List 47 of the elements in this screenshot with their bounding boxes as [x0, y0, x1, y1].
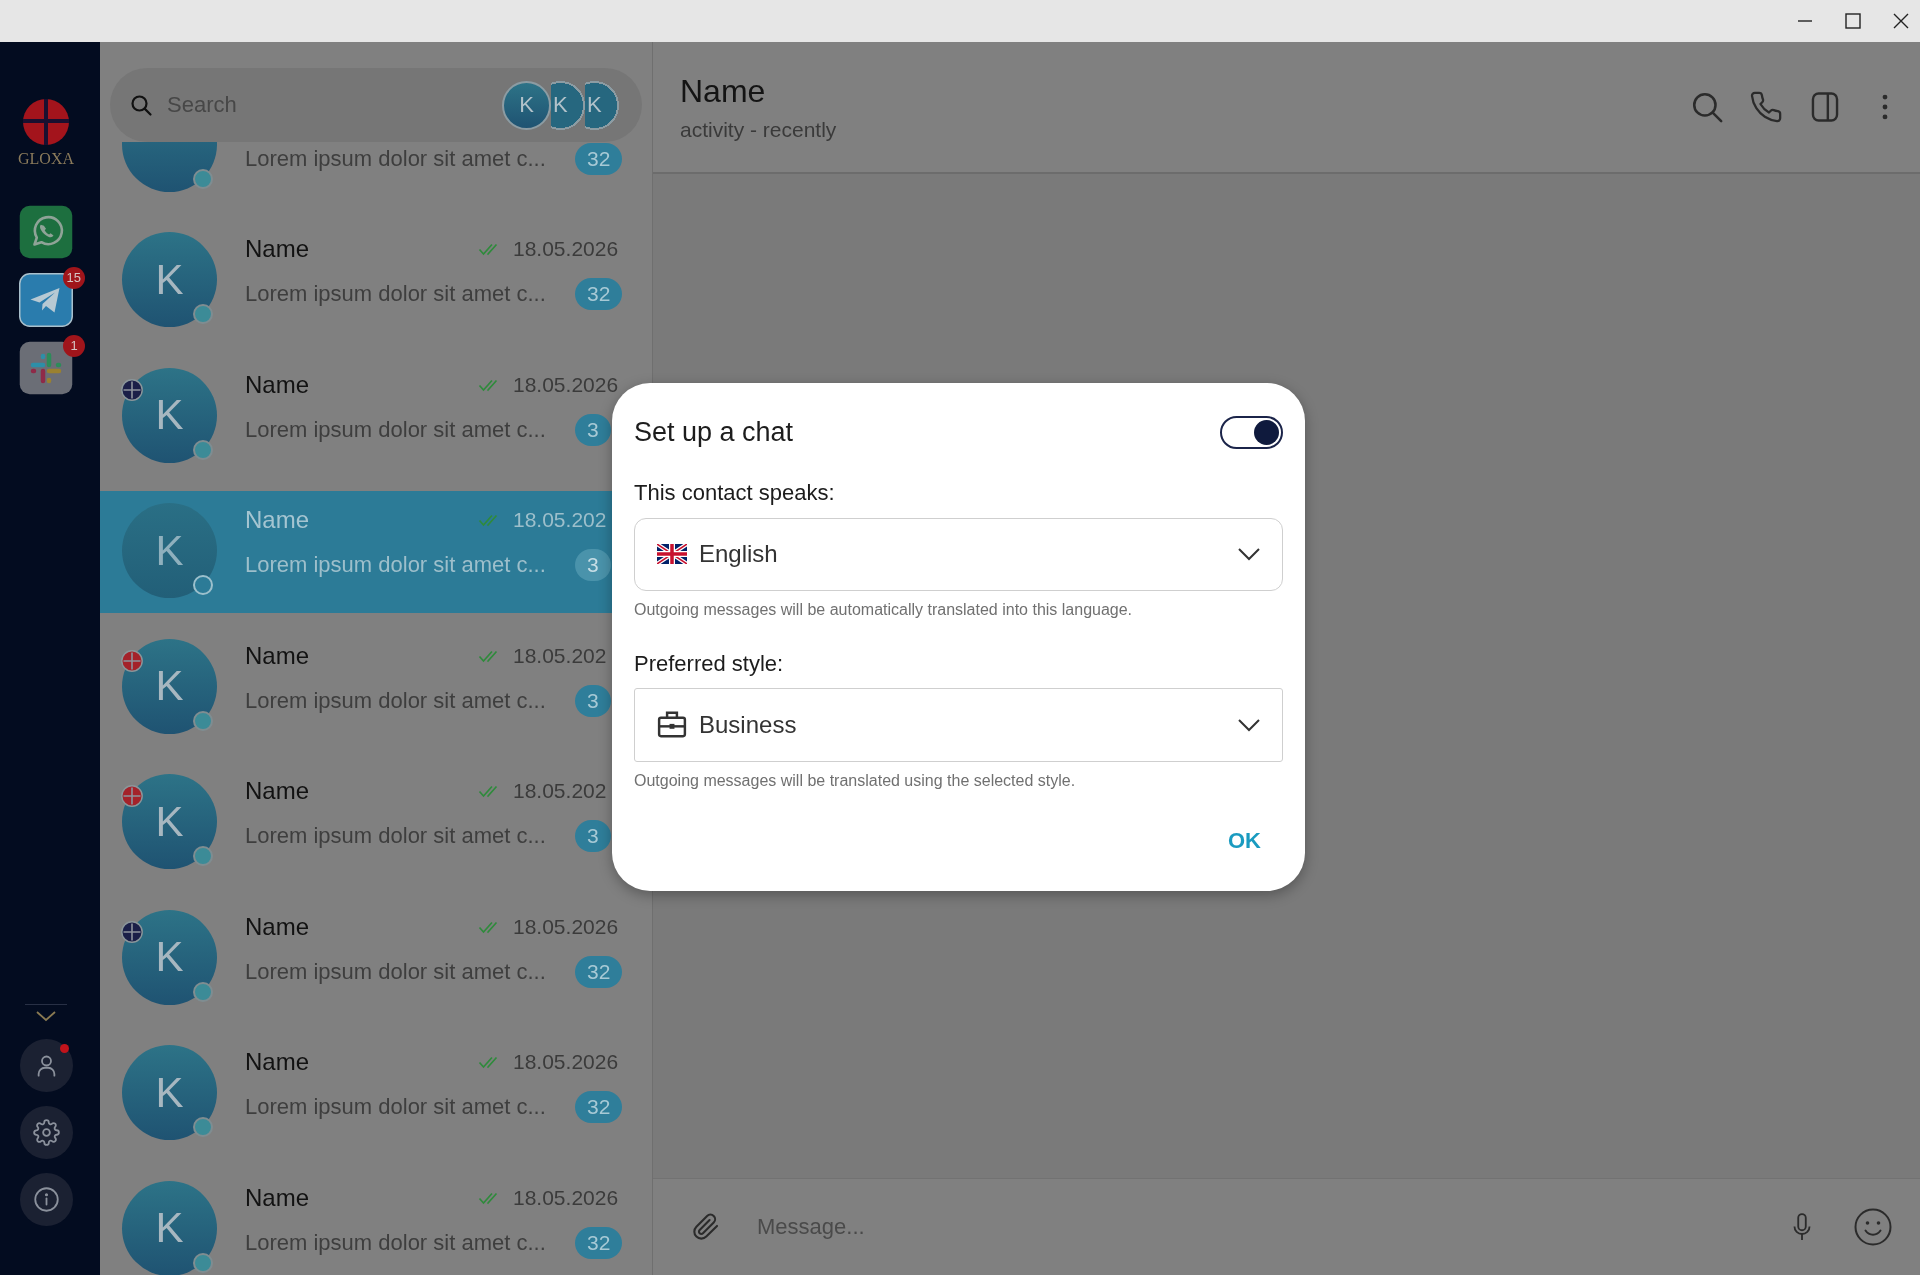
unread-badge: 3 — [575, 820, 611, 852]
message-preview: Lorem ipsum dolor sit amet c... — [245, 281, 547, 307]
message-preview: Lorem ipsum dolor sit amet c... — [245, 823, 547, 849]
unread-badge: 3 — [575, 413, 611, 446]
avatar: K — [122, 367, 217, 463]
message-preview: Lorem ipsum dolor sit amet c... — [245, 958, 547, 985]
message-date: 18.05.2026 — [513, 372, 619, 397]
message-date: 18.05.202 — [513, 779, 607, 803]
contact-name: Name — [245, 777, 311, 805]
message-date: 18.05.2026 — [513, 237, 619, 261]
contact-name: Name — [245, 506, 311, 534]
avatar: K — [122, 503, 217, 598]
unread-badge: 32 — [575, 278, 623, 310]
avatar: K — [122, 1045, 217, 1140]
notification-count: 15 — [62, 267, 85, 289]
message-preview: Lorem ipsum dolor sit amet c... — [245, 416, 547, 443]
message-date: 18.05.202 — [513, 508, 607, 532]
unread-badge: 3 — [575, 684, 611, 717]
contact-name: Name — [245, 912, 311, 941]
message-date: 18.05.2026 — [513, 1050, 619, 1074]
unread-badge: 32 — [575, 142, 623, 175]
avatar: K — [122, 1180, 217, 1275]
unread-badge: 32 — [575, 1091, 623, 1123]
message-preview: Lorem ipsum dolor sit amet c... — [245, 687, 547, 714]
message-date: 18.05.2026 — [513, 1185, 619, 1210]
avatar: K — [122, 638, 217, 734]
contact-name: Name — [245, 1048, 311, 1076]
contact-name: Name — [245, 370, 311, 399]
message-preview: Lorem ipsum dolor sit amet c... — [245, 1229, 547, 1256]
avatar: K — [122, 232, 217, 327]
unread-badge: 3 — [575, 549, 611, 581]
chat-title: Name — [680, 71, 767, 110]
message-preview: Lorem ipsum dolor sit amet c... — [245, 145, 547, 172]
activity-status: activity - recently — [680, 116, 837, 143]
contact-name: Name — [245, 235, 311, 263]
message-preview: Lorem ipsum dolor sit amet c... — [245, 1094, 547, 1120]
unread-badge: 32 — [575, 1226, 623, 1259]
contact-name: Name — [245, 641, 311, 670]
logo-text: GLOXA — [18, 150, 74, 168]
contact-name: Name — [245, 1183, 311, 1212]
message-date: 18.05.2026 — [513, 914, 619, 939]
avatar: K — [122, 909, 217, 1005]
message-date: 18.05.202 — [513, 643, 607, 668]
notification-count: 1 — [63, 335, 85, 357]
message-preview: Lorem ipsum dolor sit amet c... — [245, 552, 547, 578]
avatar: K — [122, 774, 217, 869]
unread-badge: 32 — [575, 955, 623, 988]
